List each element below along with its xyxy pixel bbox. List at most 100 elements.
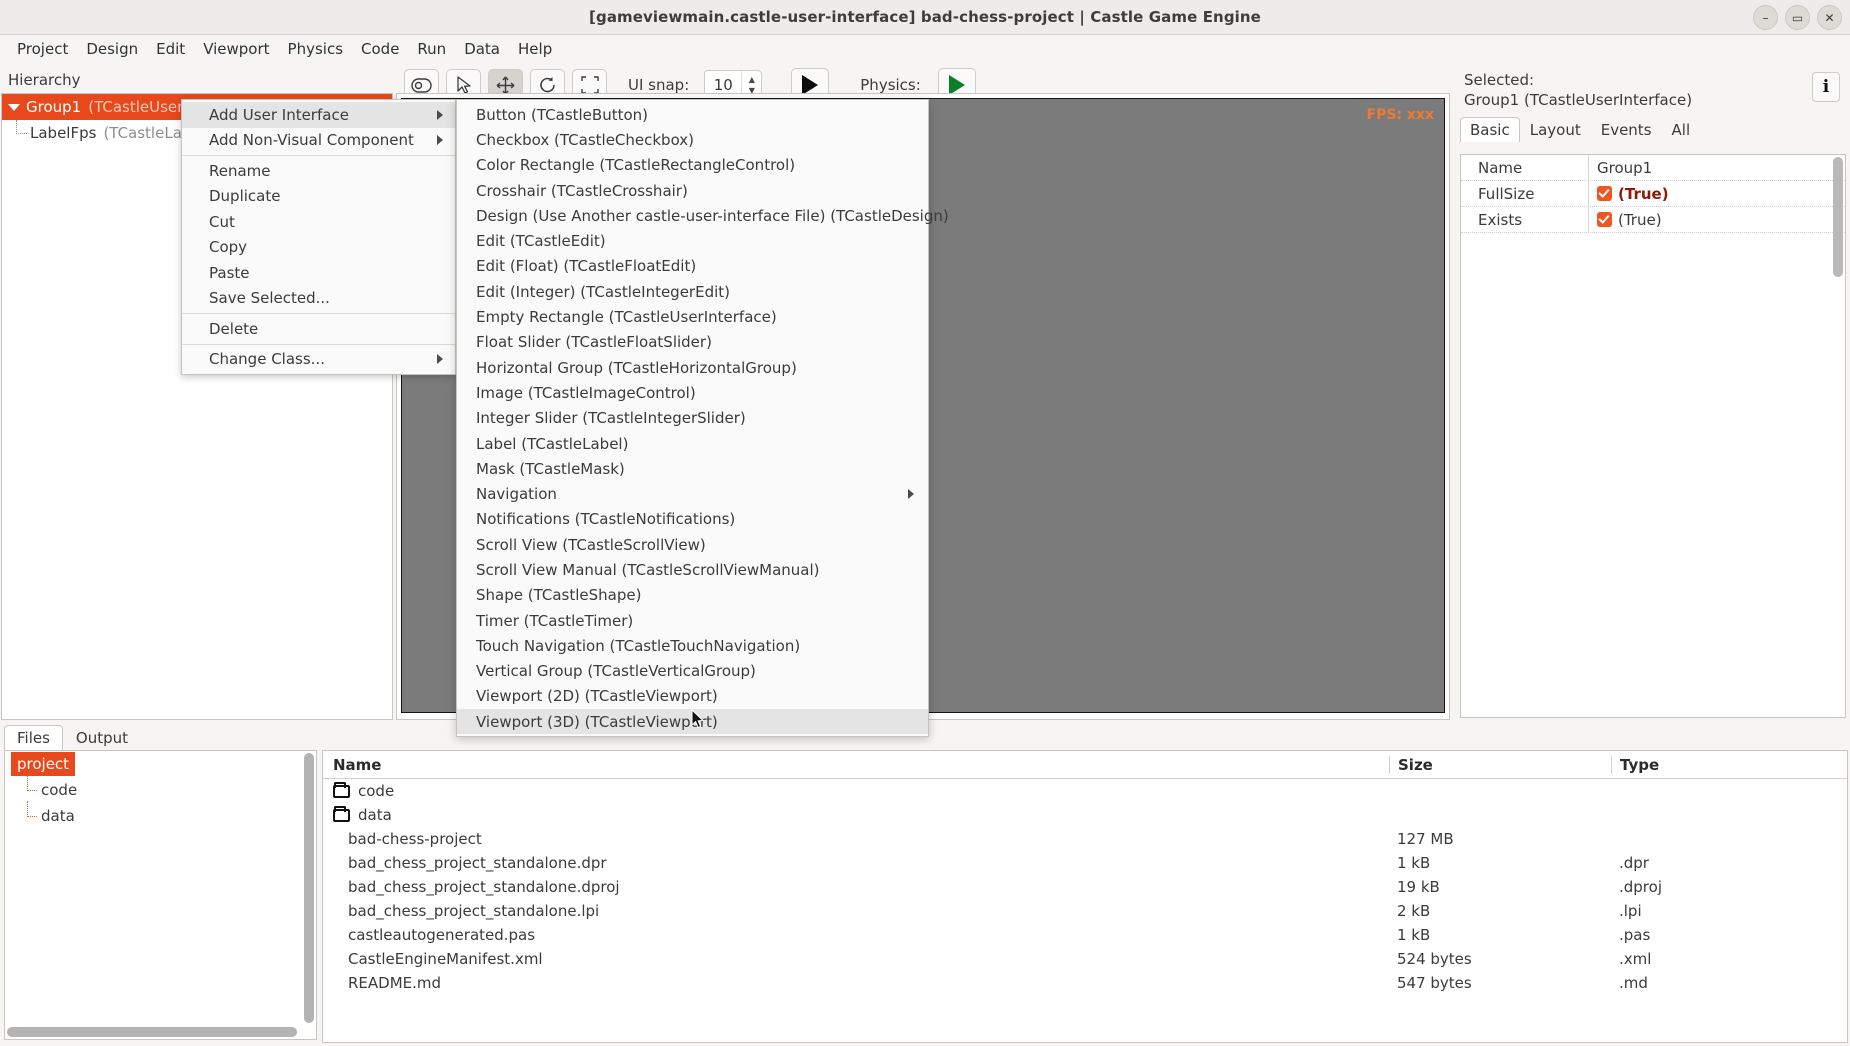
context-menu-item[interactable]: Change Class... [182, 347, 455, 373]
file-name: data [358, 806, 392, 824]
column-header-type[interactable]: Type [1611, 755, 1847, 774]
submenu-item[interactable]: Edit (TCastleEdit) [457, 228, 928, 253]
file-name-cell: bad_chess_project_standalone.dpr [323, 854, 1389, 872]
project-tree-item[interactable]: code [5, 775, 316, 803]
submenu-item[interactable]: Empty Rectangle (TCastleUserInterface) [457, 304, 928, 329]
context-menu-item[interactable]: Save Selected... [182, 286, 455, 312]
tab-all[interactable]: All [1662, 117, 1701, 142]
menu-data[interactable]: Data [455, 37, 509, 61]
file-name: CastleEngineManifest.xml [348, 950, 543, 968]
table-row[interactable]: data [323, 803, 1847, 827]
property-value-cell[interactable]: (True) [1588, 206, 1845, 233]
submenu-item[interactable]: Crosshair (TCastleCrosshair) [457, 178, 928, 203]
close-icon[interactable]: ✕ [1817, 5, 1842, 30]
table-row[interactable]: castleautogenerated.pas 1 kB .pas [323, 923, 1847, 947]
bottom-tab-output[interactable]: Output [63, 725, 141, 750]
property-value-cell[interactable]: Group1 [1588, 155, 1845, 181]
project-tree-item[interactable]: data [5, 801, 316, 829]
properties-panel: Selected: Group1 (TCastleUserInterface) … [1456, 64, 1848, 720]
context-menu-item[interactable]: Add Non-Visual Component [182, 128, 455, 154]
submenu-item-label: Viewport (3D) (TCastleViewport) [476, 712, 718, 731]
context-menu-item[interactable]: Rename [182, 158, 455, 184]
checkbox-checked-icon[interactable] [1597, 212, 1612, 227]
properties-scrollbar[interactable] [1833, 157, 1843, 277]
submenu-item[interactable]: Label (TCastleLabel) [457, 431, 928, 456]
submenu-item-label: Design (Use Another castle-user-interfac… [476, 206, 949, 225]
submenu-item[interactable]: Image (TCastleImageControl) [457, 380, 928, 405]
submenu-item[interactable]: Edit (Float) (TCastleFloatEdit) [457, 254, 928, 279]
minimize-icon[interactable]: – [1753, 5, 1778, 30]
menu-help[interactable]: Help [509, 37, 561, 61]
project-tree-vscrollbar[interactable] [304, 753, 314, 1023]
submenu-item-label: Button (TCastleButton) [476, 105, 649, 124]
context-menu-item-label: Change Class... [209, 350, 325, 369]
file-name-cell: bad_chess_project_standalone.dproj [323, 878, 1389, 896]
file-name: bad_chess_project_standalone.dproj [348, 878, 620, 896]
tab-events[interactable]: Events [1591, 117, 1662, 142]
column-header-name[interactable]: Name [323, 756, 1389, 774]
context-menu-item[interactable]: Add User Interface [182, 102, 455, 128]
submenu-item[interactable]: Mask (TCastleMask) [457, 456, 928, 481]
table-row[interactable]: bad_chess_project_standalone.dpr 1 kB .dpr [323, 851, 1847, 875]
column-header-size[interactable]: Size [1389, 755, 1611, 774]
submenu-item-label: Scroll View Manual (TCastleScrollViewMan… [476, 560, 820, 579]
submenu-item[interactable]: Scroll View Manual (TCastleScrollViewMan… [457, 557, 928, 582]
table-row[interactable]: bad-chess-project 127 MB [323, 827, 1847, 851]
table-row[interactable]: CastleEngineManifest.xml 524 bytes .xml [323, 947, 1847, 971]
menu-code[interactable]: Code [352, 37, 408, 61]
property-row[interactable]: Name Group1 [1461, 155, 1845, 181]
submenu-item[interactable]: Touch Navigation (TCastleTouchNavigation… [457, 633, 928, 658]
property-row[interactable]: FullSize (True) [1461, 180, 1845, 207]
checkbox-checked-icon[interactable] [1597, 186, 1612, 201]
context-menu-item[interactable]: Paste [182, 260, 455, 286]
properties-table: Name Group1 FullSize (True) Exists (True) [1460, 154, 1846, 718]
file-size: 1 kB [1397, 854, 1431, 872]
submenu-item[interactable]: Shape (TCastleShape) [457, 583, 928, 608]
menu-design[interactable]: Design [77, 37, 147, 61]
menu-edit[interactable]: Edit [147, 37, 194, 61]
table-row[interactable]: code [323, 779, 1847, 803]
menu-viewport[interactable]: Viewport [194, 37, 278, 61]
file-list-rows: code data bad-chess-project 127 MB bad_chess… [323, 779, 1847, 995]
spin-up-icon[interactable]: ▲ [749, 75, 755, 83]
submenu-item[interactable]: Integer Slider (TCastleIntegerSlider) [457, 406, 928, 431]
submenu-item[interactable]: Vertical Group (TCastleVerticalGroup) [457, 659, 928, 684]
submenu-item[interactable]: Edit (Integer) (TCastleIntegerEdit) [457, 279, 928, 304]
submenu-item[interactable]: Notifications (TCastleNotifications) [457, 507, 928, 532]
context-menu: Add User Interface Add Non-Visual Compone… [181, 99, 456, 375]
submenu-item[interactable]: Checkbox (TCastleCheckbox) [457, 127, 928, 152]
chevron-down-icon[interactable] [8, 103, 20, 111]
menu-project[interactable]: Project [8, 37, 77, 61]
submenu-item[interactable]: Horizontal Group (TCastleHorizontalGroup… [457, 355, 928, 380]
hierarchy-node-name: Group1 [26, 98, 82, 116]
property-value-cell[interactable]: (True) [1588, 180, 1845, 207]
submenu-item[interactable]: Button (TCastleButton) [457, 102, 928, 127]
property-row[interactable]: Exists (True) [1461, 206, 1845, 233]
tab-basic[interactable]: Basic [1460, 117, 1520, 142]
tab-layout[interactable]: Layout [1520, 117, 1591, 142]
menu-separator [182, 313, 455, 314]
menu-physics[interactable]: Physics [279, 37, 352, 61]
submenu-item[interactable]: Timer (TCastleTimer) [457, 608, 928, 633]
menu-run[interactable]: Run [408, 37, 455, 61]
table-row[interactable]: bad_chess_project_standalone.dproj 19 kB.… [323, 875, 1847, 899]
context-menu-item[interactable]: Copy [182, 235, 455, 261]
submenu-item[interactable]: Design (Use Another castle-user-interfac… [457, 203, 949, 228]
chevron-right-icon [437, 135, 443, 146]
submenu-item[interactable]: Scroll View (TCastleScrollView) [457, 532, 928, 557]
submenu-item[interactable]: Float Slider (TCastleFloatSlider) [457, 330, 928, 355]
info-icon[interactable]: i [1812, 72, 1840, 102]
project-tree-hscrollbar[interactable] [7, 1027, 297, 1037]
maximize-icon[interactable]: ▭ [1785, 5, 1810, 30]
submenu-item-label: Edit (Integer) (TCastleIntegerEdit) [476, 282, 730, 301]
submenu-item[interactable]: Viewport (2D) (TCastleViewport) [457, 684, 928, 709]
table-row[interactable]: bad_chess_project_standalone.lpi 2 kB .lpi [323, 899, 1847, 923]
bottom-tab-files[interactable]: Files [4, 725, 63, 750]
context-menu-item[interactable]: Duplicate [182, 184, 455, 210]
context-menu-item[interactable]: Delete [182, 316, 455, 342]
context-menu-item[interactable]: Cut [182, 209, 455, 235]
submenu-item[interactable]: Color Rectangle (TCastleRectangleControl… [457, 153, 928, 178]
table-row[interactable]: README.md 547 bytes .md [323, 971, 1847, 995]
submenu-item[interactable]: Navigation [457, 481, 928, 506]
project-tree-item[interactable]: project [11, 752, 76, 776]
